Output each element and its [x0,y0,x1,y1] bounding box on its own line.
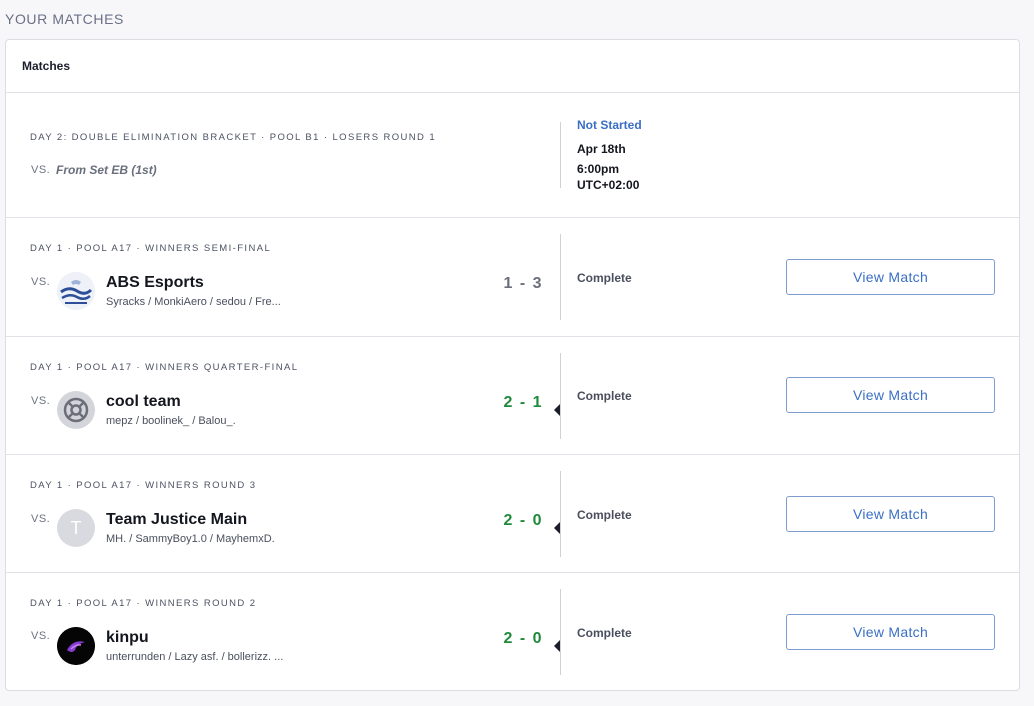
match-score: 2 - 1 [503,394,543,411]
team-name[interactable]: cool team [106,393,181,411]
match-status: Complete [577,626,632,640]
round-label: DAY 1 · POOL A17 · WINNERS QUARTER-FINAL [30,362,299,373]
match-score: 2 - 0 [503,630,543,647]
view-match-button[interactable]: View Match [786,614,995,650]
team-roster: unterrunden / Lazy asf. / bollerizz. ... [106,651,284,663]
match-row-upcoming: DAY 2: DOUBLE ELIMINATION BRACKET · POOL… [6,93,1019,218]
row-divider [560,122,561,188]
row-divider [560,589,561,675]
match-time: 6:00pm [577,162,620,176]
vs-label: VS. [31,395,51,407]
vs-label: VS. [31,276,51,288]
vs-label: VS. [31,513,51,525]
card-header: Matches [6,40,1019,93]
match-row: DAY 1 · POOL A17 · WINNERS ROUND 2 VS. k… [6,573,1019,690]
vs-label: VS. [31,630,51,642]
round-label: DAY 1 · POOL A17 · WINNERS ROUND 3 [30,480,257,491]
match-status: Complete [577,389,632,403]
match-row: DAY 1 · POOL A17 · WINNERS SEMI-FINAL VS… [6,218,1019,337]
team-name[interactable]: Team Justice Main [106,511,247,529]
page-heading: YOUR MATCHES [5,11,124,27]
match-row: DAY 1 · POOL A17 · WINNERS QUARTER-FINAL… [6,337,1019,455]
cool-team-logo-icon [57,391,95,429]
team-initial-avatar: T [57,509,95,547]
view-match-button[interactable]: View Match [786,496,995,532]
abs-esports-logo-icon [57,272,95,310]
matches-card: Matches DAY 2: DOUBLE ELIMINATION BRACKE… [5,39,1020,691]
row-divider [560,353,561,439]
view-match-button[interactable]: View Match [786,377,995,413]
team-name[interactable]: ABS Esports [106,274,204,292]
match-status: Not Started [577,118,642,132]
team-roster: mepz / boolinek_ / Balou_. [106,415,236,427]
match-status: Complete [577,508,632,522]
match-status: Complete [577,271,632,285]
card-title: Matches [22,59,71,73]
round-label: DAY 2: DOUBLE ELIMINATION BRACKET · POOL… [30,132,437,143]
row-divider [560,234,561,320]
row-divider [560,471,561,557]
round-label: DAY 1 · POOL A17 · WINNERS ROUND 2 [30,598,257,609]
match-row: DAY 1 · POOL A17 · WINNERS ROUND 3 VS. T… [6,455,1019,573]
view-match-button[interactable]: View Match [786,259,995,295]
round-label: DAY 1 · POOL A17 · WINNERS SEMI-FINAL [30,243,272,254]
match-date: Apr 18th [577,142,626,156]
match-timezone: UTC+02:00 [577,178,640,192]
kinpu-logo-icon [57,627,95,665]
vs-label: VS. [31,164,51,176]
match-score: 2 - 0 [503,512,543,529]
team-name[interactable]: kinpu [106,629,149,647]
team-roster: Syracks / MonkiAero / sedou / Fre... [106,296,281,308]
team-roster: MH. / SammyBoy1.0 / MayhemxD. [106,533,275,545]
match-score: 1 - 3 [503,275,543,292]
opponent-placeholder: From Set EB (1st) [56,163,157,177]
